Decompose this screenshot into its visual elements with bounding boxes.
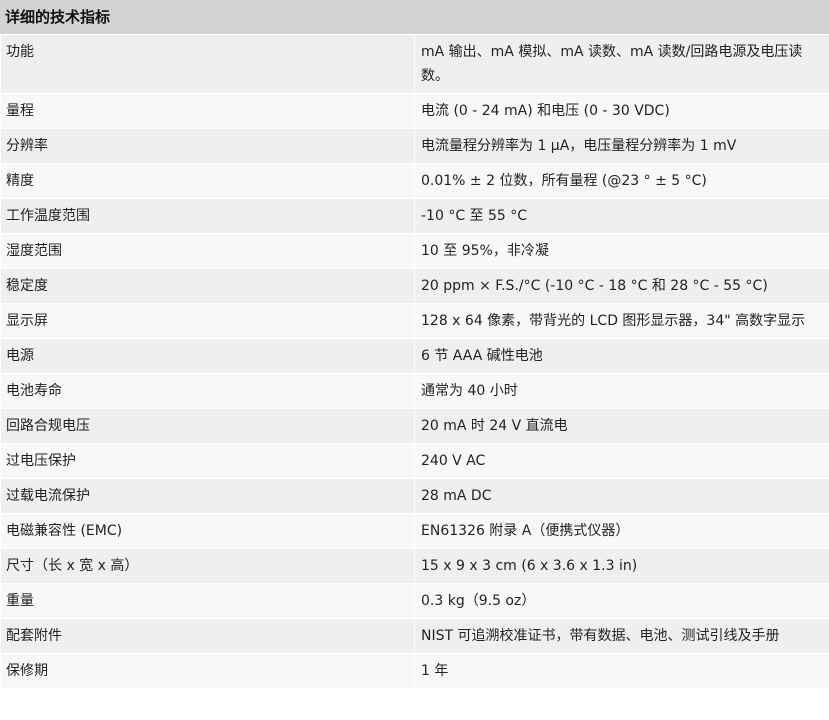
table-row: 重量 0.3 kg（9.5 oz） [0, 583, 829, 619]
spec-value: 电流量程分辨率为 1 µA，电压量程分辨率为 1 mV [414, 128, 829, 164]
table-row: 湿度范围 10 至 95%，非冷凝 [0, 233, 829, 269]
table-row: 电磁兼容性 (EMC) EN61326 附录 A（便携式仪器） [0, 513, 829, 549]
spec-label: 保修期 [0, 653, 415, 689]
spec-label: 稳定度 [0, 268, 415, 304]
spec-label: 电源 [0, 338, 415, 374]
table-row: 配套附件 NIST 可追溯校准证书，带有数据、电池、测试引线及手册 [0, 618, 829, 654]
spec-value: 10 至 95%，非冷凝 [414, 233, 829, 269]
spec-value: 28 mA DC [414, 478, 829, 514]
spec-label: 分辨率 [0, 128, 415, 164]
table-row: 回路合规电压 20 mA 时 24 V 直流电 [0, 408, 829, 444]
spec-value: 电流 (0 - 24 mA) 和电压 (0 - 30 VDC) [414, 93, 829, 129]
table-row: 工作温度范围 -10 °C 至 55 °C [0, 198, 829, 234]
table-row: 保修期 1 年 [0, 653, 829, 689]
table-row: 电池寿命 通常为 40 小时 [0, 373, 829, 409]
spec-label: 回路合规电压 [0, 408, 415, 444]
spec-label: 过载电流保护 [0, 478, 415, 514]
spec-label: 工作温度范围 [0, 198, 415, 234]
spec-value: 0.01% ± 2 位数，所有量程 (@23 ° ± 5 °C) [414, 163, 829, 199]
spec-value: EN61326 附录 A（便携式仪器） [414, 513, 829, 549]
spec-page: 详细的技术指标 功能 mA 输出、mA 模拟、mA 读数、mA 读数/回路电源及电… [0, 0, 829, 720]
spec-label: 功能 [0, 34, 415, 94]
spec-label: 精度 [0, 163, 415, 199]
spec-label: 量程 [0, 93, 415, 129]
spec-value: 0.3 kg（9.5 oz） [414, 583, 829, 619]
spec-table-title: 详细的技术指标 [0, 0, 829, 34]
spec-label: 湿度范围 [0, 233, 415, 269]
spec-table: 功能 mA 输出、mA 模拟、mA 读数、mA 读数/回路电源及电压读数。 量程 电流… [0, 34, 829, 689]
table-row: 过电压保护 240 V AC [0, 443, 829, 479]
table-row: 过载电流保护 28 mA DC [0, 478, 829, 514]
spec-value: mA 输出、mA 模拟、mA 读数、mA 读数/回路电源及电压读数。 [414, 34, 829, 94]
spec-label: 重量 [0, 583, 415, 619]
spec-label: 电池寿命 [0, 373, 415, 409]
spec-label: 电磁兼容性 (EMC) [0, 513, 415, 549]
spec-label: 尺寸（长 x 宽 x 高） [0, 548, 415, 584]
spec-value: 240 V AC [414, 443, 829, 479]
spec-value: 15 x 9 x 3 cm (6 x 3.6 x 1.3 in) [414, 548, 829, 584]
table-row: 功能 mA 输出、mA 模拟、mA 读数、mA 读数/回路电源及电压读数。 [0, 34, 829, 94]
spec-value: 128 x 64 像素，带背光的 LCD 图形显示器，34" 高数字显示 [414, 303, 829, 339]
spec-value: NIST 可追溯校准证书，带有数据、电池、测试引线及手册 [414, 618, 829, 654]
spec-label: 配套附件 [0, 618, 415, 654]
table-row: 电源 6 节 AAA 碱性电池 [0, 338, 829, 374]
spec-value: 1 年 [414, 653, 829, 689]
spec-value: 通常为 40 小时 [414, 373, 829, 409]
spec-value: -10 °C 至 55 °C [414, 198, 829, 234]
table-row: 精度 0.01% ± 2 位数，所有量程 (@23 ° ± 5 °C) [0, 163, 829, 199]
spec-table-body: 功能 mA 输出、mA 模拟、mA 读数、mA 读数/回路电源及电压读数。 量程 电流… [0, 34, 829, 689]
table-row: 尺寸（长 x 宽 x 高） 15 x 9 x 3 cm (6 x 3.6 x 1.… [0, 548, 829, 584]
spec-value: 20 mA 时 24 V 直流电 [414, 408, 829, 444]
spec-label: 过电压保护 [0, 443, 415, 479]
spec-value: 20 ppm × F.S./°C (-10 °C - 18 °C 和 28 °C… [414, 268, 829, 304]
spec-label: 显示屏 [0, 303, 415, 339]
table-row: 稳定度 20 ppm × F.S./°C (-10 °C - 18 °C 和 28… [0, 268, 829, 304]
table-row: 量程 电流 (0 - 24 mA) 和电压 (0 - 30 VDC) [0, 93, 829, 129]
spec-value: 6 节 AAA 碱性电池 [414, 338, 829, 374]
table-row: 分辨率 电流量程分辨率为 1 µA，电压量程分辨率为 1 mV [0, 128, 829, 164]
table-row: 显示屏 128 x 64 像素，带背光的 LCD 图形显示器，34" 高数字显示 [0, 303, 829, 339]
